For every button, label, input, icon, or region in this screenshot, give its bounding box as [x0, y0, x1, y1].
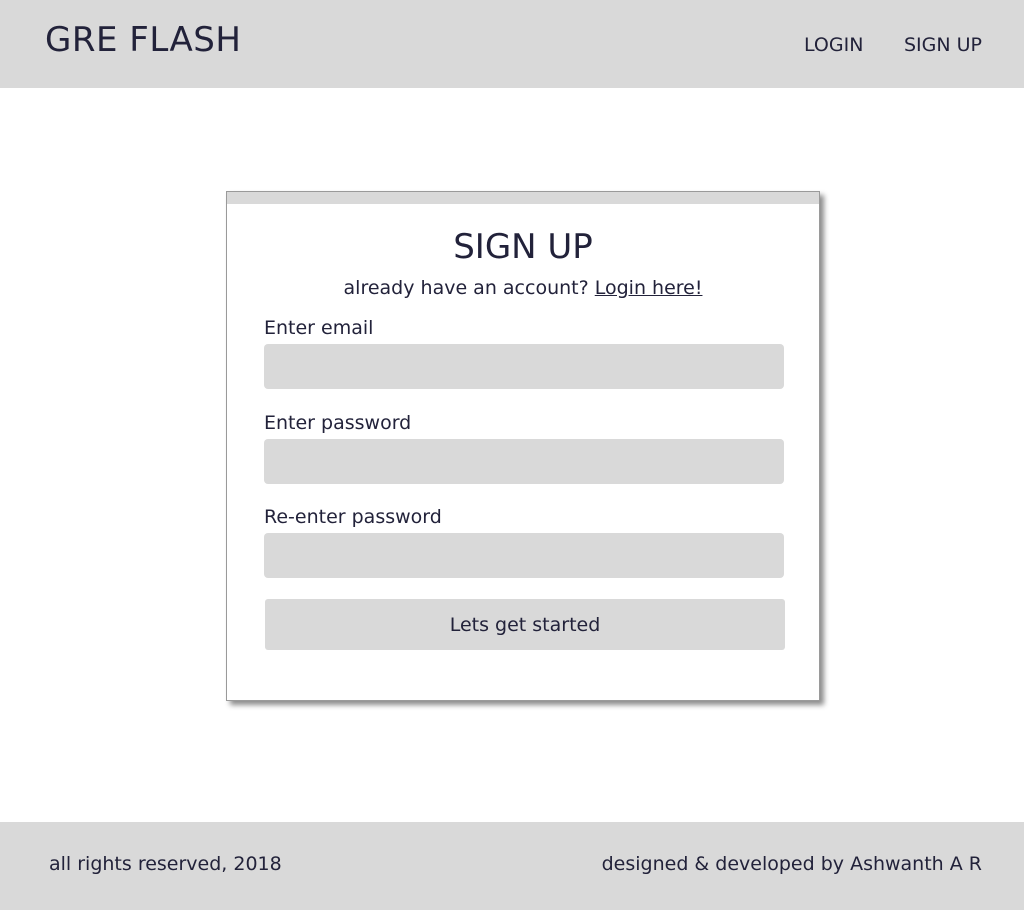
brand-logo[interactable]: GRE FLASH [45, 20, 241, 60]
card-top-bar [227, 192, 819, 204]
nav-signup-link[interactable]: SIGN UP [904, 34, 982, 56]
top-header: GRE FLASH LOGIN SIGN UP [0, 0, 1024, 88]
email-field[interactable] [264, 344, 784, 389]
footer: all rights reserved, 2018 designed & dev… [0, 822, 1024, 910]
email-label: Enter email [264, 317, 374, 339]
password-field[interactable] [264, 439, 784, 484]
login-prompt-text: already have an account? [343, 277, 595, 299]
signup-title: SIGN UP [453, 227, 593, 267]
login-prompt: already have an account? Login here! [227, 276, 819, 300]
reenter-password-field[interactable] [264, 533, 784, 578]
credits-text: designed & developed by Ashwanth A R [601, 853, 982, 875]
password-label: Enter password [264, 412, 412, 434]
signup-card: SIGN UP already have an account? Login h… [226, 191, 820, 701]
login-here-link[interactable]: Login here! [595, 277, 703, 299]
reenter-password-label: Re-enter password [264, 506, 442, 528]
copyright-text: all rights reserved, 2018 [49, 853, 282, 875]
nav-login-link[interactable]: LOGIN [804, 34, 863, 56]
get-started-button[interactable]: Lets get started [265, 599, 785, 650]
